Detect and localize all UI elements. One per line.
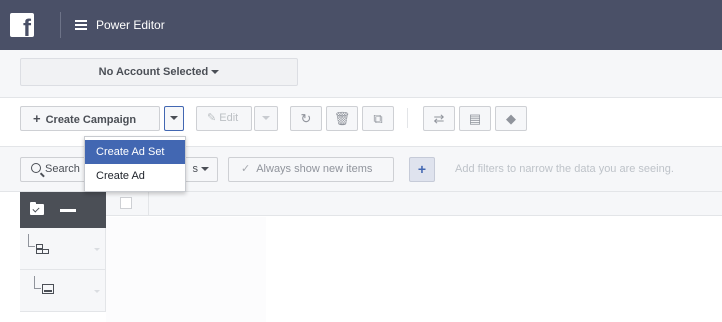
undo-icon: ↻ — [300, 111, 312, 126]
trash-icon: 🗑 — [333, 111, 351, 126]
tree-connector — [28, 234, 35, 247]
table-body — [106, 217, 266, 322]
pencil-icon: ✎ — [207, 112, 217, 124]
create-campaign-label: Create Campaign — [45, 114, 137, 126]
plus-icon: + — [33, 111, 41, 126]
create-dropdown-button[interactable] — [164, 106, 184, 131]
search-icon — [31, 163, 41, 173]
duplicate-button[interactable]: ⧉ — [362, 106, 394, 131]
folder-check-icon[interactable] — [30, 202, 44, 215]
filters-label: s — [192, 163, 198, 175]
search-button[interactable]: Search — [20, 157, 90, 182]
table-header — [106, 192, 722, 216]
duplicate-icon: ⧉ — [373, 111, 383, 126]
toolbar-divider — [407, 108, 408, 128]
create-dropdown-menu: Create Ad Set Create Ad — [84, 136, 186, 192]
minus-icon[interactable] — [60, 209, 76, 212]
edit-dropdown-button[interactable] — [254, 106, 278, 131]
select-all-checkbox[interactable] — [120, 197, 132, 209]
note-icon: ▤ — [468, 111, 482, 126]
menu-item-create-ad-set[interactable]: Create Ad Set — [85, 140, 185, 164]
create-campaign-button[interactable]: + Create Campaign — [20, 106, 160, 131]
facebook-logo-icon[interactable]: f — [10, 13, 34, 37]
note-button[interactable]: ▤ — [459, 106, 491, 131]
caret-down-icon[interactable] — [94, 248, 100, 251]
ad-icon — [42, 284, 54, 294]
caret-down-icon — [201, 167, 209, 172]
tag-button[interactable]: ◆ — [495, 106, 527, 131]
logo-letter: f — [23, 15, 31, 38]
always-show-new-items-toggle[interactable]: ✓ Always show new items — [228, 157, 394, 182]
tag-icon: ◆ — [506, 111, 516, 126]
menu-icon[interactable] — [75, 20, 87, 30]
caret-down-icon — [262, 116, 270, 121]
menu-item-create-ad[interactable]: Create Ad — [85, 164, 185, 188]
check-icon: ✓ — [241, 163, 251, 175]
tree-connector — [34, 276, 41, 289]
export-button[interactable]: ⇄ — [423, 106, 455, 131]
filters-button[interactable]: s — [182, 157, 218, 182]
filter-hint-text[interactable]: Add filters to narrow the data you are s… — [455, 163, 674, 175]
search-label: Search — [45, 163, 80, 175]
add-filter-button[interactable]: + — [409, 157, 435, 182]
edit-label: Edit — [219, 112, 239, 124]
caret-down-icon — [211, 70, 220, 75]
account-selector[interactable]: No Account Selected — [20, 58, 298, 86]
delete-button[interactable]: 🗑 — [326, 106, 358, 131]
edit-button[interactable]: ✎ Edit — [196, 106, 252, 131]
account-label: No Account Selected — [98, 66, 209, 78]
always-show-label: Always show new items — [256, 163, 373, 175]
column-divider — [148, 192, 149, 216]
ad-set-icon — [36, 244, 49, 254]
topbar-divider — [60, 12, 61, 38]
undo-button[interactable]: ↻ — [290, 106, 322, 131]
app-title[interactable]: Power Editor — [96, 17, 165, 33]
caret-down-icon[interactable] — [94, 290, 100, 293]
export-icon: ⇄ — [433, 111, 445, 126]
caret-down-icon — [170, 116, 178, 121]
